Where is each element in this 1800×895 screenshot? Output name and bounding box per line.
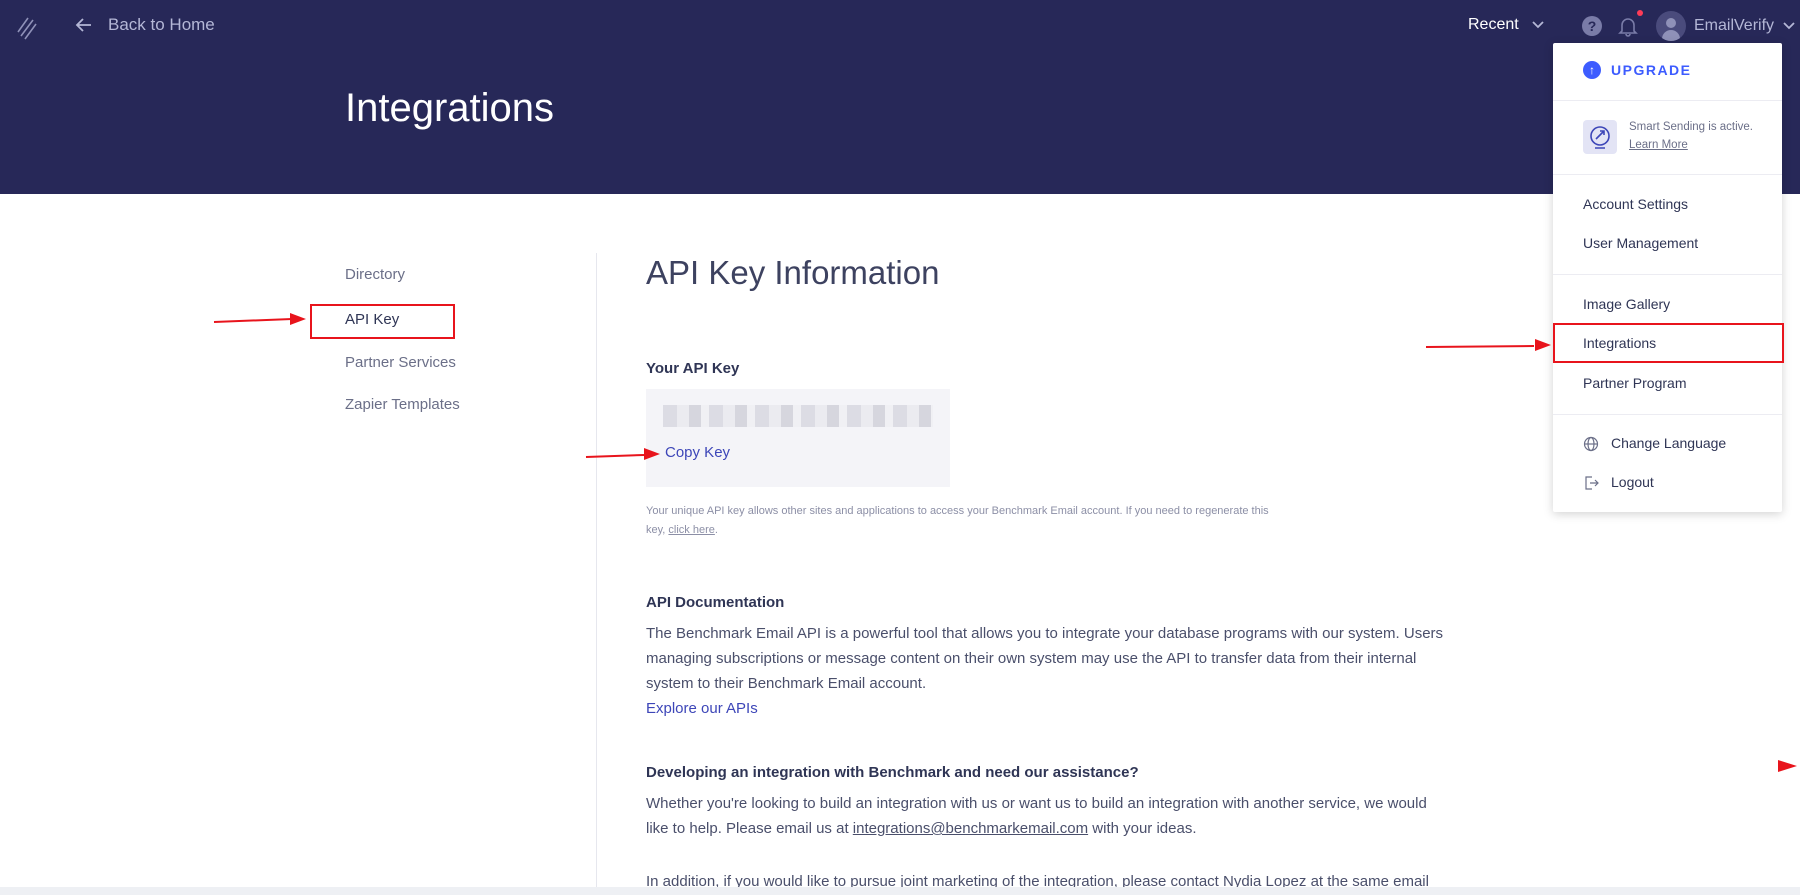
arrow-partial-right	[1778, 760, 1797, 772]
account-menu-button[interactable]: EmailVerify	[1656, 11, 1796, 41]
section-title: API Key Information	[646, 254, 940, 291]
menu-item-user-management[interactable]: User Management	[1583, 235, 1698, 251]
arrow-to-integrations	[1425, 339, 1551, 351]
learn-more-link[interactable]: Learn More	[1629, 139, 1688, 151]
logout-icon	[1585, 476, 1599, 490]
globe-icon	[1583, 436, 1599, 452]
explore-apis-link[interactable]: Explore our APIs	[646, 700, 758, 717]
developing-integration-heading: Developing an integration with Benchmark…	[646, 764, 1139, 781]
divider	[1553, 100, 1782, 101]
sidenav-item-partner-services[interactable]: Partner Services	[345, 354, 456, 371]
divider	[1553, 414, 1782, 415]
smart-sending-icon	[1583, 120, 1617, 154]
integrations-highlight-box	[1553, 323, 1784, 363]
api-documentation-heading: API Documentation	[646, 594, 785, 611]
copy-key-button[interactable]: Copy Key	[665, 444, 730, 461]
menu-item-account-settings[interactable]: Account Settings	[1583, 196, 1688, 212]
bottom-scroll-area	[0, 887, 1800, 895]
arrow-up-icon: ↑	[1583, 61, 1601, 79]
api-key-box: Copy Key	[646, 389, 950, 487]
recent-label: Recent	[1468, 16, 1519, 33]
developing-integration-text: Whether you're looking to build an integ…	[646, 795, 1427, 837]
page-title: Integrations	[345, 86, 555, 130]
menu-item-image-gallery[interactable]: Image Gallery	[1583, 296, 1670, 312]
divider	[1553, 174, 1782, 175]
api-key-value-blurred	[663, 405, 933, 427]
regenerate-key-link[interactable]: click here	[668, 524, 714, 536]
arrow-to-api-key	[213, 313, 306, 325]
menu-item-partner-program[interactable]: Partner Program	[1583, 375, 1686, 391]
bell-icon[interactable]	[1618, 15, 1638, 37]
benchmark-logo-icon[interactable]	[16, 14, 38, 40]
account-dropdown-menu: ↑ UPGRADE Smart Sending is active. Learn…	[1553, 43, 1782, 512]
chevron-down-icon	[1783, 22, 1795, 30]
api-key-help-text: Your unique API key allows other sites a…	[646, 505, 1269, 536]
back-to-home-link[interactable]: Back to Home	[74, 15, 215, 35]
your-api-key-label: Your API Key	[646, 360, 740, 377]
api-key-highlight-box	[310, 304, 455, 339]
divider	[1553, 274, 1782, 275]
upgrade-label: UPGRADE	[1611, 62, 1692, 78]
account-name: EmailVerify	[1694, 17, 1775, 34]
upgrade-button[interactable]: ↑ UPGRADE	[1583, 61, 1692, 79]
api-documentation-text: The Benchmark Email API is a powerful to…	[646, 625, 1444, 692]
sidenav-item-directory[interactable]: Directory	[345, 266, 405, 283]
integrations-email-link[interactable]: integrations@benchmarkemail.com	[853, 820, 1088, 837]
back-to-home-label: Back to Home	[108, 15, 215, 34]
menu-item-logout[interactable]: Logout	[1611, 474, 1654, 490]
help-icon[interactable]: ?	[1582, 16, 1602, 36]
notification-dot	[1637, 10, 1643, 16]
sidenav-item-zapier-templates[interactable]: Zapier Templates	[345, 396, 460, 413]
vertical-divider	[596, 253, 597, 895]
menu-item-change-language[interactable]: Change Language	[1611, 435, 1726, 451]
recent-menu-button[interactable]: Recent	[1468, 16, 1545, 34]
arrow-left-icon	[75, 18, 91, 32]
top-header: Back to Home Integrations Recent ? Email…	[0, 0, 1800, 194]
avatar	[1656, 11, 1686, 41]
chevron-down-icon	[1532, 21, 1544, 29]
smart-sending-status: Smart Sending is active.	[1629, 121, 1754, 133]
